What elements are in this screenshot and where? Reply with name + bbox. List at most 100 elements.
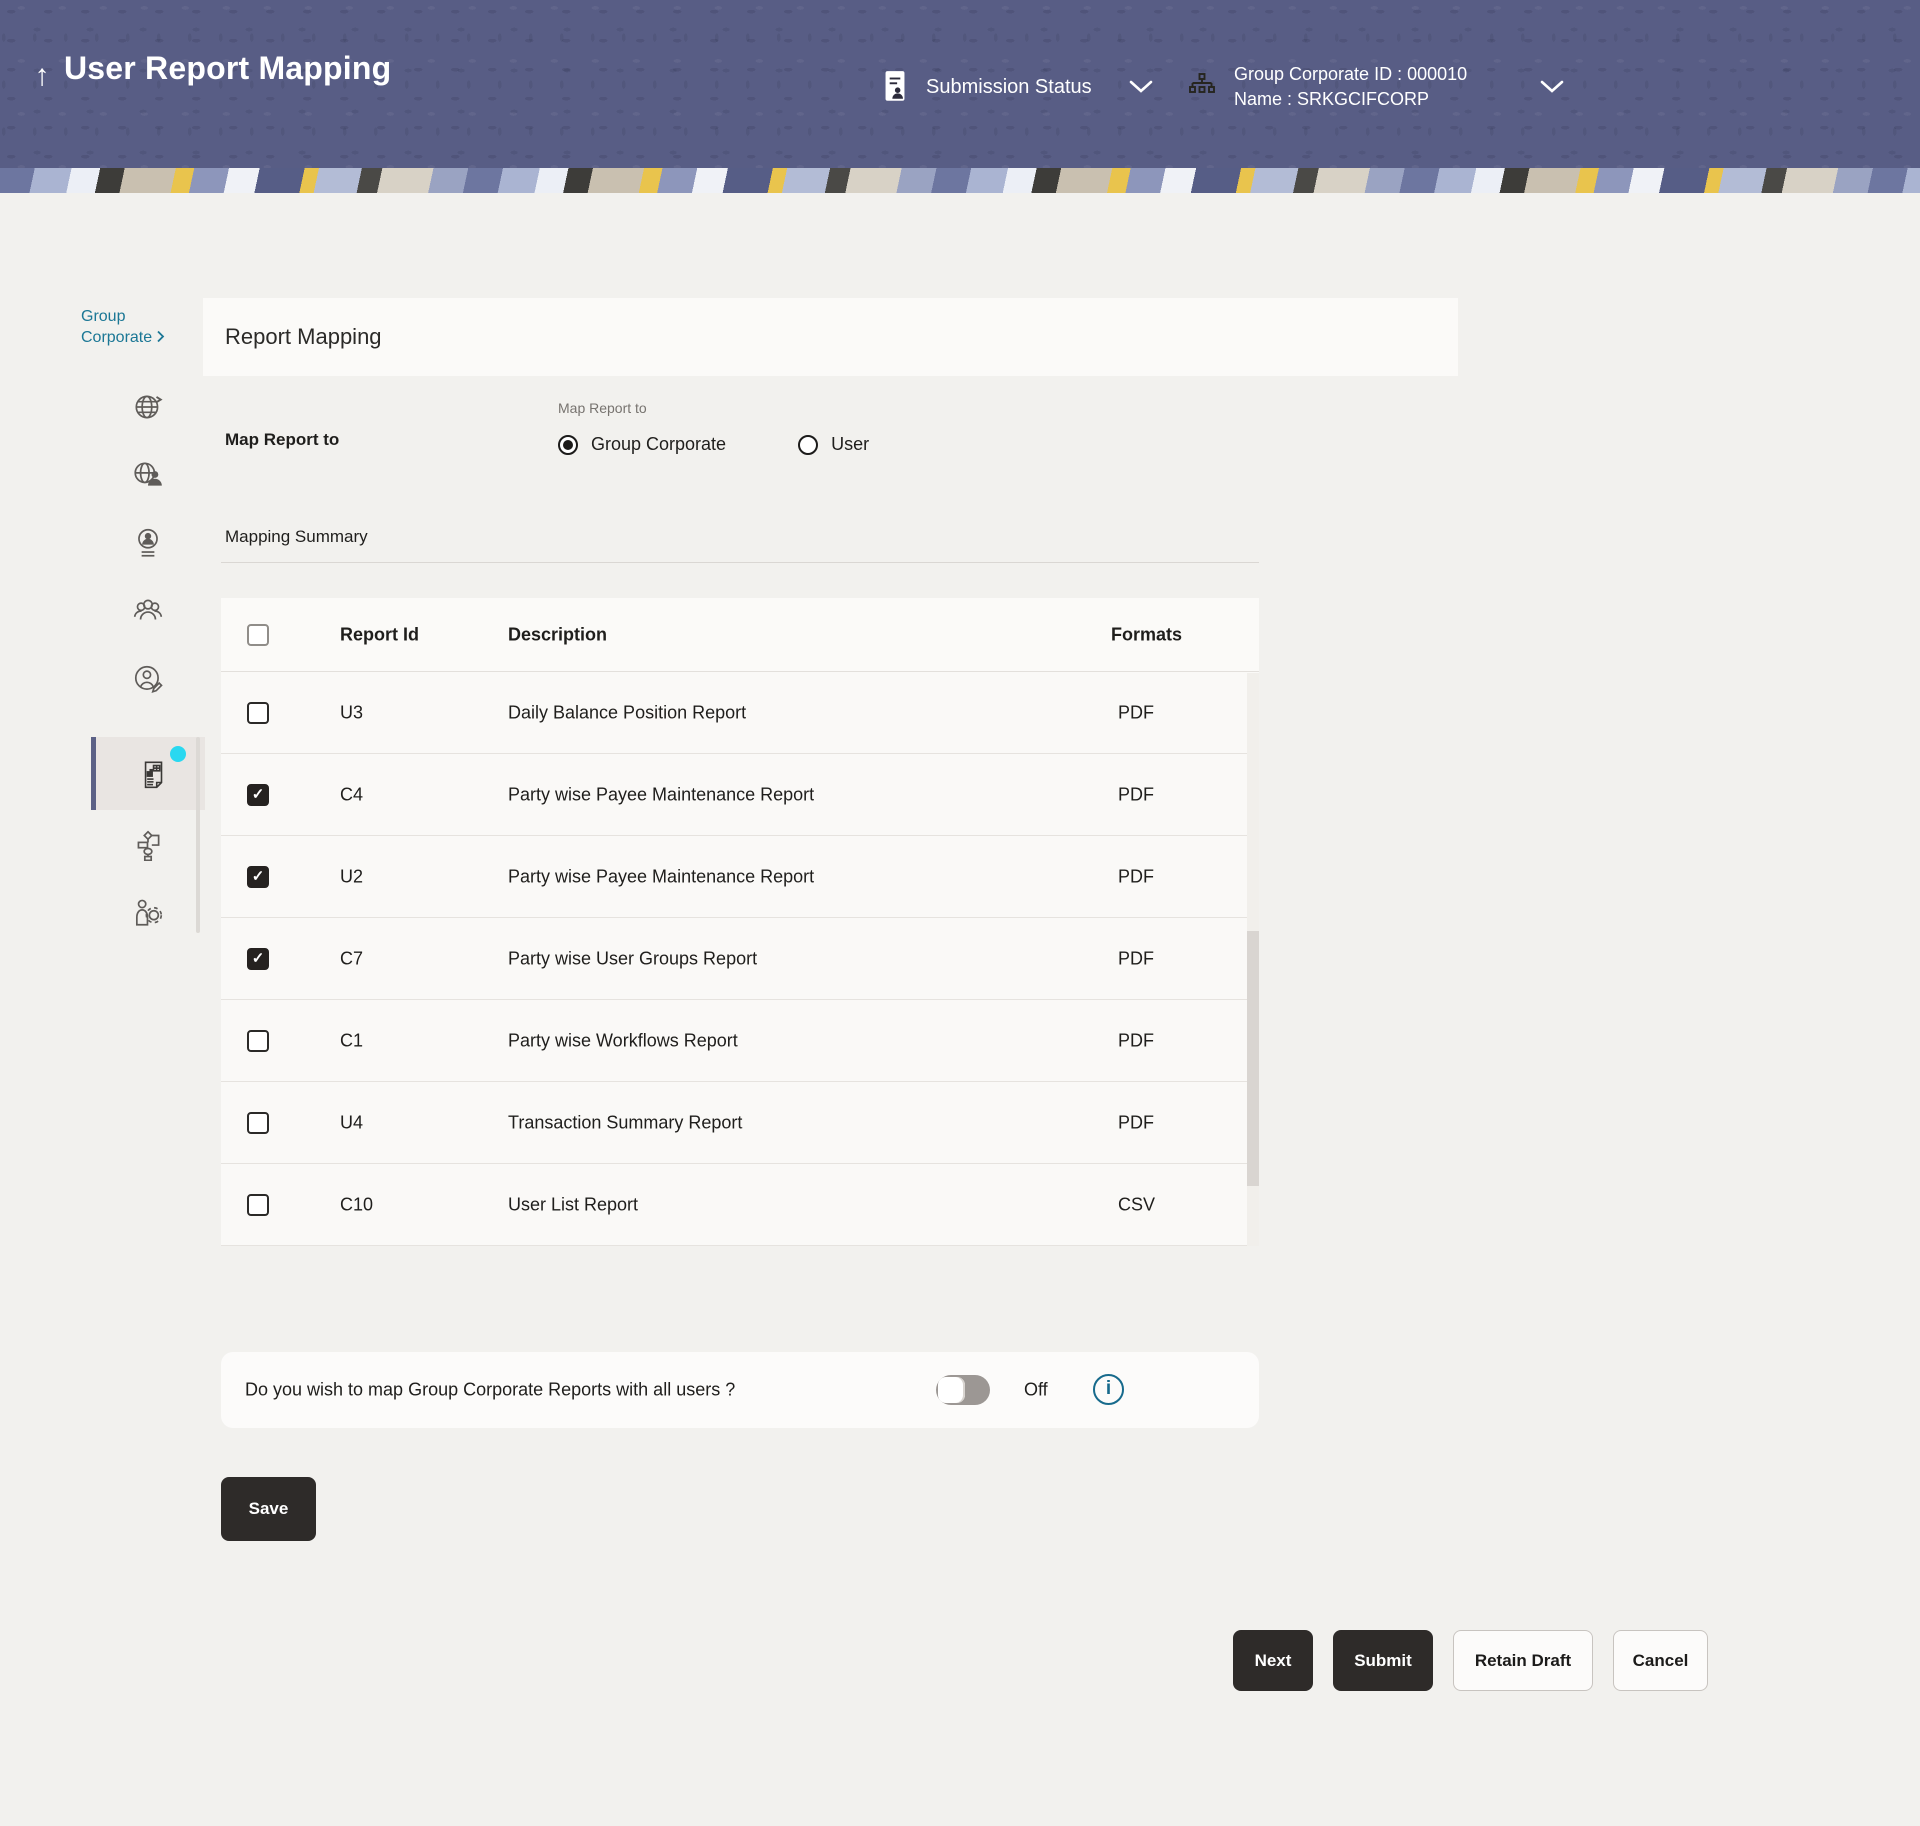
column-header-description: Description	[508, 624, 607, 645]
radio-label: User	[831, 434, 869, 455]
radio-group-corporate[interactable]: Group Corporate	[558, 434, 726, 455]
sidebar-item-user-settings[interactable]	[131, 895, 165, 929]
map-report-to-radio-group: Group Corporate User	[558, 434, 869, 455]
info-icon[interactable]: i	[1093, 1374, 1124, 1405]
cell-format: PDF	[1118, 866, 1154, 887]
toggle-knob	[938, 1377, 965, 1403]
radio-label: Group Corporate	[591, 434, 726, 455]
submit-button[interactable]: Submit	[1333, 1630, 1433, 1691]
sidebar-item-user-groups[interactable]	[131, 594, 165, 628]
toggle-question: Do you wish to map Group Corporate Repor…	[245, 1380, 735, 1401]
chevron-down-icon	[1539, 79, 1565, 95]
table-body: U3 Daily Balance Position Report PDF C4 …	[221, 672, 1259, 1246]
table-header-row: Report Id Description Formats	[221, 598, 1259, 672]
cell-format: PDF	[1118, 1030, 1154, 1051]
cell-description: Party wise Workflows Report	[508, 1030, 738, 1051]
chevron-down-icon	[1128, 79, 1154, 95]
table-row: C10 User List Report CSV	[221, 1164, 1259, 1246]
breadcrumb-group-corporate[interactable]: Group Corporate	[81, 306, 181, 348]
cell-description: Party wise Payee Maintenance Report	[508, 784, 814, 805]
mapping-summary-title: Mapping Summary	[225, 527, 368, 547]
decorative-banner	[0, 168, 1920, 193]
toggle-state-label: Off	[1024, 1380, 1048, 1401]
cell-format: PDF	[1118, 702, 1154, 723]
page-title: User Report Mapping	[64, 50, 391, 87]
cell-description: Party wise User Groups Report	[508, 948, 757, 969]
table-row: U4 Transaction Summary Report PDF	[221, 1082, 1259, 1164]
submission-status-icon	[878, 67, 912, 107]
retain-draft-button[interactable]: Retain Draft	[1453, 1630, 1593, 1691]
globe-user-icon	[131, 458, 165, 492]
group-corporate-name: Name : SRKGCIFCORP	[1234, 87, 1467, 112]
app-header: ↑ User Report Mapping Submission Status	[0, 0, 1920, 168]
cell-report-id: C7	[340, 948, 363, 969]
org-chart-icon	[1186, 71, 1218, 103]
cell-format: PDF	[1118, 784, 1154, 805]
row-checkbox[interactable]	[247, 1030, 269, 1052]
breadcrumb-label: Group Corporate	[81, 308, 152, 346]
cell-format: CSV	[1118, 1194, 1155, 1215]
sidebar-item-user-edit[interactable]	[131, 662, 165, 696]
panel-header: Report Mapping	[203, 298, 1458, 376]
save-button[interactable]: Save	[221, 1477, 316, 1541]
row-checkbox[interactable]	[247, 948, 269, 970]
notification-dot	[170, 746, 186, 762]
sidebar-item-globe-user[interactable]	[131, 458, 165, 492]
row-checkbox[interactable]	[247, 702, 269, 724]
next-button[interactable]: Next	[1233, 1630, 1313, 1691]
mapping-summary-table: Report Id Description Formats U3 Daily B…	[221, 598, 1259, 1246]
cell-description: User List Report	[508, 1194, 638, 1215]
row-checkbox[interactable]	[247, 1194, 269, 1216]
globe-sync-icon	[131, 390, 165, 424]
cell-report-id: U4	[340, 1112, 363, 1133]
radio-button	[558, 435, 578, 455]
cell-format: PDF	[1118, 1112, 1154, 1133]
submission-status-dropdown[interactable]: Submission Status	[878, 66, 1154, 108]
cell-description: Party wise Payee Maintenance Report	[508, 866, 814, 887]
user-settings-icon	[131, 895, 165, 929]
chevron-right-icon	[156, 330, 165, 343]
user-badge-icon	[131, 526, 165, 560]
cell-report-id: C1	[340, 1030, 363, 1051]
radio-button	[798, 435, 818, 455]
group-corporate-id: Group Corporate ID : 000010	[1234, 62, 1467, 87]
sidebar-item-report-mapping-active[interactable]	[91, 737, 205, 810]
sidebar-item-user-badge[interactable]	[131, 526, 165, 560]
table-row: C1 Party wise Workflows Report PDF	[221, 1000, 1259, 1082]
map-report-to-label: Map Report to	[225, 430, 339, 450]
sidebar-item-globe-sync[interactable]	[131, 390, 165, 424]
sidebar-scrollbar[interactable]	[196, 737, 200, 933]
divider	[221, 562, 1259, 563]
map-all-users-toggle[interactable]	[936, 1375, 990, 1405]
cell-report-id: C4	[340, 784, 363, 805]
row-checkbox[interactable]	[247, 784, 269, 806]
table-scrollbar[interactable]	[1247, 673, 1259, 1246]
group-corporate-dropdown[interactable]: Group Corporate ID : 000010 Name : SRKGC…	[1186, 56, 1565, 118]
cell-format: PDF	[1118, 948, 1154, 969]
cell-description: Transaction Summary Report	[508, 1112, 742, 1133]
workflow-icon	[131, 827, 165, 861]
cell-report-id: C10	[340, 1194, 373, 1215]
row-checkbox[interactable]	[247, 1112, 269, 1134]
user-edit-icon	[131, 662, 165, 696]
table-row: C4 Party wise Payee Maintenance Report P…	[221, 754, 1259, 836]
table-row: U2 Party wise Payee Maintenance Report P…	[221, 836, 1259, 918]
map-all-users-card: Do you wish to map Group Corporate Repor…	[221, 1352, 1259, 1428]
radio-user[interactable]: User	[798, 434, 869, 455]
user-groups-icon	[131, 594, 165, 628]
column-header-report-id: Report Id	[340, 624, 419, 645]
report-mapping-icon	[136, 757, 170, 791]
submission-status-label: Submission Status	[926, 76, 1092, 99]
radio-group-label: Map Report to	[558, 400, 647, 416]
select-all-checkbox[interactable]	[247, 624, 269, 646]
table-row: C7 Party wise User Groups Report PDF	[221, 918, 1259, 1000]
cell-description: Daily Balance Position Report	[508, 702, 746, 723]
panel-title: Report Mapping	[225, 324, 382, 350]
sidebar-item-workflow[interactable]	[131, 827, 165, 861]
cancel-button[interactable]: Cancel	[1613, 1630, 1708, 1691]
column-header-formats: Formats	[1111, 624, 1182, 645]
scrollbar-thumb[interactable]	[1247, 931, 1259, 1186]
row-checkbox[interactable]	[247, 866, 269, 888]
back-icon[interactable]: ↑	[22, 52, 62, 100]
cell-report-id: U3	[340, 702, 363, 723]
